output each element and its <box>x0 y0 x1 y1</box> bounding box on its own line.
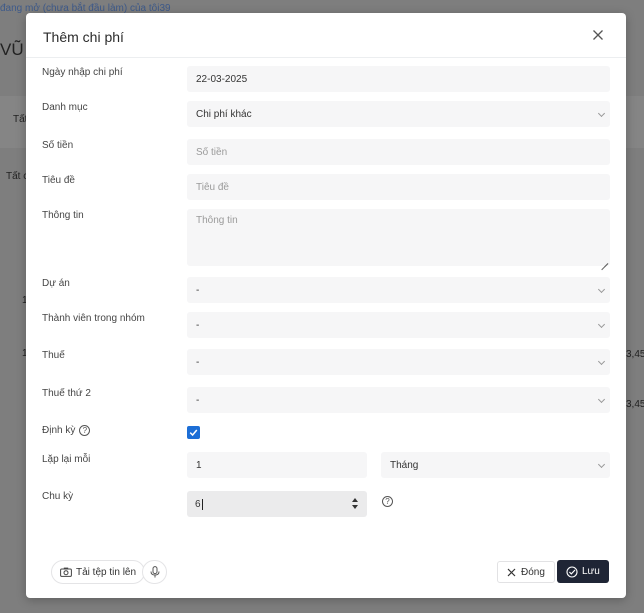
info-label: Thông tin <box>42 210 84 221</box>
amount-label: Số tiền <box>42 140 74 151</box>
recurring-checkbox[interactable] <box>187 426 200 439</box>
repeat-unit-select[interactable]: Tháng <box>381 452 610 478</box>
close-button[interactable]: Đóng <box>497 561 555 583</box>
microphone-icon <box>150 566 159 578</box>
upload-label: Tải tệp tin lên <box>76 566 137 578</box>
recurring-label: Định kỳ ? <box>42 425 91 436</box>
background-text: 3,45 <box>626 349 644 360</box>
project-value: - <box>196 284 200 296</box>
category-label: Danh mục <box>42 102 88 113</box>
help-icon[interactable]: ? <box>79 425 91 436</box>
team-member-value: - <box>196 319 200 331</box>
save-label: Lưu <box>582 566 600 577</box>
recurring-label-text: Định kỳ <box>42 425 76 436</box>
check-circle-icon <box>566 565 578 578</box>
amount-input[interactable]: Số tiền <box>187 139 610 165</box>
add-expense-modal: Thêm chi phí Ngày nhập chi phí 22-03-202… <box>26 13 626 598</box>
resize-handle-icon[interactable] <box>601 257 608 264</box>
cycles-input[interactable]: 6 <box>187 491 367 517</box>
repeat-every-input[interactable]: 1 <box>187 452 367 478</box>
team-member-label: Thành viên trong nhóm <box>42 313 145 324</box>
tax2-select[interactable]: - <box>187 387 610 413</box>
tax-select[interactable]: - <box>187 349 610 375</box>
x-icon <box>507 568 516 576</box>
date-label: Ngày nhập chi phí <box>42 67 123 78</box>
save-button[interactable]: Lưu <box>557 560 609 583</box>
background-text: 3,45 <box>626 399 644 410</box>
subject-input[interactable]: Tiêu đề <box>187 174 610 200</box>
background-text: Tất c <box>6 171 29 182</box>
date-field[interactable]: 22-03-2025 <box>187 66 610 92</box>
close-icon[interactable] <box>590 27 606 43</box>
tax-value: - <box>196 356 200 368</box>
info-textarea[interactable]: Thông tin <box>187 209 610 266</box>
tax2-value: - <box>196 394 200 406</box>
repeat-every-label: Lặp lại mỗi <box>42 454 91 465</box>
upload-file-button[interactable]: Tải tệp tin lên <box>51 560 146 584</box>
spinner-arrows-icon[interactable] <box>352 498 358 509</box>
repeat-unit-value: Tháng <box>390 459 419 471</box>
project-label: Dự án <box>42 278 70 289</box>
cycles-label: Chu kỳ <box>42 491 74 502</box>
cycles-value: 6 <box>195 498 201 510</box>
project-select[interactable]: - <box>187 277 610 303</box>
camera-icon <box>60 567 72 577</box>
text-cursor <box>201 498 203 510</box>
category-select[interactable]: Chi phí khác <box>187 101 610 127</box>
close-label: Đóng <box>521 566 545 578</box>
check-icon <box>189 429 198 437</box>
category-value: Chi phí khác <box>196 108 252 120</box>
tax2-label: Thuế thứ 2 <box>42 388 91 399</box>
info-placeholder: Thông tin <box>196 215 238 226</box>
help-icon[interactable]: ? <box>382 496 393 507</box>
modal-title: Thêm chi phí <box>43 29 124 45</box>
subject-label: Tiêu đề <box>42 175 75 186</box>
header-divider <box>26 57 626 58</box>
tax-label: Thuế <box>42 350 65 361</box>
team-member-select[interactable]: - <box>187 312 610 338</box>
microphone-button[interactable] <box>142 560 167 584</box>
